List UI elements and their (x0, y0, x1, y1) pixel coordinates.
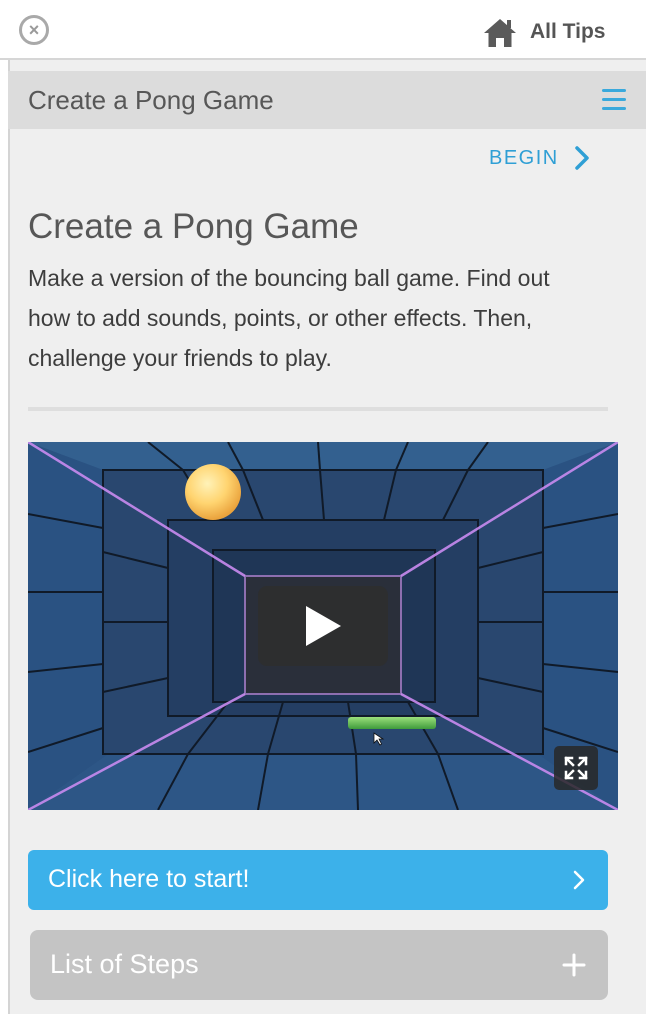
top-bar: × All Tips (0, 0, 646, 60)
fullscreen-icon (564, 756, 588, 780)
plus-icon (562, 953, 586, 977)
title-bar: Create a Pong Game (8, 71, 646, 129)
video-player[interactable] (28, 442, 618, 810)
tip-heading: Create a Pong Game (28, 207, 359, 246)
play-button[interactable] (258, 586, 388, 666)
close-icon[interactable]: × (19, 15, 49, 45)
all-tips-label: All Tips (530, 20, 606, 43)
title-bar-title: Create a Pong Game (28, 85, 274, 115)
divider (28, 407, 608, 411)
start-label: Click here to start! (48, 865, 250, 893)
list-of-steps-label: List of Steps (50, 949, 199, 979)
hamburger-menu-icon[interactable] (602, 89, 626, 111)
chevron-right-icon (575, 146, 589, 170)
begin-label: BEGIN (489, 146, 559, 169)
list-of-steps-button[interactable]: List of Steps (30, 930, 608, 1000)
play-icon (306, 606, 341, 646)
fullscreen-button[interactable] (554, 746, 598, 790)
all-tips-button[interactable]: All Tips (482, 14, 605, 50)
chevron-right-icon (573, 870, 585, 890)
tip-description: Make a version of the bouncing ball game… (28, 265, 550, 371)
home-icon (484, 19, 516, 47)
begin-button[interactable]: BEGIN (489, 146, 589, 170)
start-button[interactable]: Click here to start! (28, 850, 608, 910)
